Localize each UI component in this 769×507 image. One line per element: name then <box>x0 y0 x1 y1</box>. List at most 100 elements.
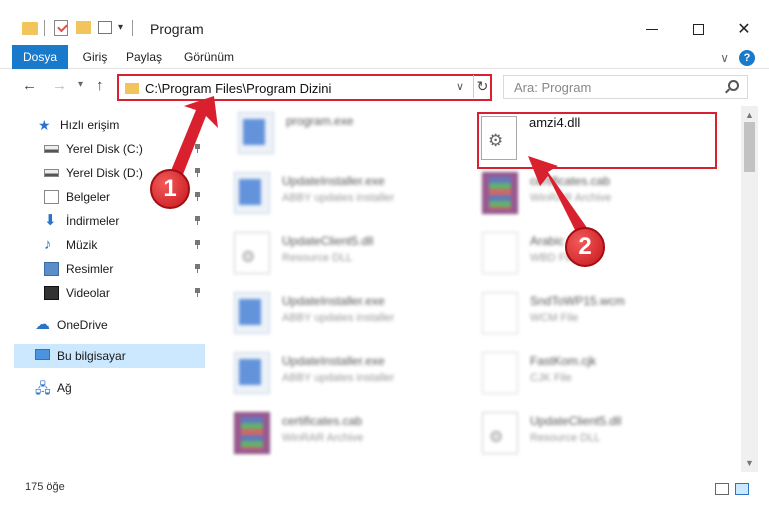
sidebar-item-quick-access[interactable]: ★ Hızlı erişim <box>38 114 198 136</box>
close-button[interactable]: ✕ <box>721 14 767 44</box>
sidebar-item-music[interactable]: ♪ Müzik <box>44 234 204 256</box>
ribbon-tabs: Dosya Giriş Paylaş Görünüm ∨ ? <box>0 45 769 69</box>
dll-file-icon[interactable] <box>481 116 517 160</box>
target-file-name[interactable]: amzi4.dll <box>529 115 580 130</box>
file-item[interactable]: certificates.cab WinRAR Archive <box>482 172 722 222</box>
file-item[interactable]: SndToWP15.wcm WCM File <box>482 292 722 342</box>
file-item[interactable]: program.exe <box>238 112 478 162</box>
minimize-button[interactable] <box>629 14 675 44</box>
generic-file-icon <box>482 232 518 274</box>
address-bar[interactable]: C:\Program Files\Program Dizini ∨ ↻ <box>117 74 492 101</box>
pin-icon[interactable] <box>194 240 201 249</box>
folder-icon <box>125 83 139 94</box>
tab-home[interactable]: Giriş <box>80 45 110 69</box>
sidebar-item-label: Resimler <box>66 262 114 276</box>
file-type: WCM File <box>530 312 579 324</box>
refresh-icon[interactable]: ↻ <box>473 75 491 98</box>
sidebar-item-label: Videolar <box>66 286 110 300</box>
help-icon[interactable]: ? <box>739 50 755 66</box>
documents-icon <box>44 190 59 204</box>
sidebar-item-downloads[interactable]: ⬇ İndirmeler <box>44 210 204 232</box>
step-1-callout: 1 <box>150 169 190 209</box>
sidebar-item-this-pc[interactable]: Bu bilgisayar <box>35 345 195 367</box>
archive-file-icon <box>482 172 518 214</box>
properties-check-icon[interactable] <box>54 20 68 36</box>
pin-icon[interactable] <box>194 168 201 177</box>
expand-ribbon-chevron-icon[interactable]: ∨ <box>720 51 729 65</box>
sidebar-item-network[interactable]: 🖧 Ağ <box>35 377 195 399</box>
file-name: UpdateInstaller.exe <box>282 354 385 368</box>
file-name: certificates.cab <box>530 174 611 188</box>
address-history-chevron-icon[interactable]: ∨ <box>456 80 464 93</box>
pin-icon[interactable] <box>194 288 201 297</box>
sidebar-item-label: Yerel Disk (C:) <box>66 142 143 156</box>
dll-file-icon <box>234 232 270 274</box>
large-icons-view-icon[interactable] <box>735 483 749 495</box>
archive-file-icon <box>234 412 270 454</box>
file-item[interactable]: UpdateInstaller.exe ABBY updates install… <box>234 172 474 222</box>
sidebar-item-pictures[interactable]: Resimler <box>44 258 204 280</box>
file-name: SndToWP15.wcm <box>530 294 625 308</box>
sidebar-item-label: Bu bilgisayar <box>57 349 126 363</box>
file-item[interactable]: FastKom.cjk CJK File <box>482 352 722 402</box>
file-name: Arabic <box>530 234 565 248</box>
dll-file-icon <box>482 412 518 454</box>
file-type: ABBY updates installer <box>282 312 395 324</box>
recent-locations-chevron-icon[interactable]: ▾ <box>78 79 83 90</box>
item-count: 175 öğe <box>25 481 65 493</box>
toolbar-separator <box>132 20 133 36</box>
file-item[interactable]: certificates.cab WinRAR Archive <box>234 412 474 462</box>
forward-arrow-icon[interactable]: → <box>52 77 67 94</box>
title-bar: ▾ Program ✕ <box>0 0 769 42</box>
toolbar-separator <box>44 20 45 36</box>
file-name: UpdateClient5.dll <box>530 414 622 428</box>
file-item[interactable]: UpdateClient5.dll Resource DLL <box>234 232 474 282</box>
sidebar-item-label: İndirmeler <box>66 214 120 228</box>
customize-toolbar-chevron-icon[interactable]: ▾ <box>118 22 123 33</box>
navigation-bar: ← → ▾ ↑ C:\Program Files\Program Dizini … <box>0 70 769 102</box>
search-input[interactable]: Ara: Program <box>514 80 591 95</box>
scroll-down-icon[interactable]: ▼ <box>745 458 754 468</box>
drive-icon <box>44 145 59 153</box>
vertical-scrollbar[interactable]: ▲ ▼ <box>741 106 758 472</box>
address-path[interactable]: C:\Program Files\Program Dizini <box>145 81 331 96</box>
pin-icon[interactable] <box>194 264 201 273</box>
details-view-icon[interactable] <box>715 483 729 495</box>
scroll-up-icon[interactable]: ▲ <box>745 110 754 120</box>
search-box[interactable]: Ara: Program <box>503 75 748 99</box>
pictures-icon <box>44 262 59 276</box>
download-icon: ⬇ <box>44 212 57 229</box>
navigation-pane: ★ Hızlı erişim Yerel Disk (C:) Yerel Dis… <box>0 106 206 472</box>
maximize-button[interactable] <box>675 14 721 44</box>
exe-file-icon <box>234 352 270 394</box>
pin-icon[interactable] <box>194 144 201 153</box>
new-folder-icon[interactable] <box>76 21 91 34</box>
search-icon[interactable] <box>728 80 739 91</box>
exe-file-icon <box>234 172 270 214</box>
pin-icon[interactable] <box>194 216 201 225</box>
cloud-icon: ☁ <box>35 316 50 333</box>
file-item[interactable]: UpdateInstaller.exe ABBY updates install… <box>234 292 474 342</box>
scrollbar-thumb[interactable] <box>744 122 755 172</box>
file-type: ABBY updates installer <box>282 372 395 384</box>
rename-icon[interactable] <box>98 21 112 34</box>
sidebar-item-label: Hızlı erişim <box>60 118 120 132</box>
sidebar-item-onedrive[interactable]: ☁ OneDrive <box>35 314 195 336</box>
sidebar-item-videos[interactable]: Videolar <box>44 282 204 304</box>
file-name: UpdateClient5.dll <box>282 234 374 248</box>
file-type: WinRAR Archive <box>282 432 364 444</box>
sidebar-item-local-disk-c[interactable]: Yerel Disk (C:) <box>44 138 204 160</box>
file-item[interactable]: UpdateClient5.dll Resource DLL <box>482 412 722 462</box>
pin-icon[interactable] <box>194 192 201 201</box>
file-item[interactable]: UpdateInstaller.exe ABBY updates install… <box>234 352 474 402</box>
tab-share[interactable]: Paylaş <box>124 45 164 69</box>
file-name: certificates.cab <box>282 414 363 428</box>
sidebar-item-label: Belgeler <box>66 190 111 204</box>
back-arrow-icon[interactable]: ← <box>22 77 37 94</box>
tab-view[interactable]: Görünüm <box>180 45 238 69</box>
sidebar-item-label: OneDrive <box>57 318 108 332</box>
up-arrow-icon[interactable]: ↑ <box>96 77 104 94</box>
network-icon: 🖧 <box>35 380 51 396</box>
step-2-callout: 2 <box>565 227 605 267</box>
tab-file[interactable]: Dosya <box>12 45 68 69</box>
